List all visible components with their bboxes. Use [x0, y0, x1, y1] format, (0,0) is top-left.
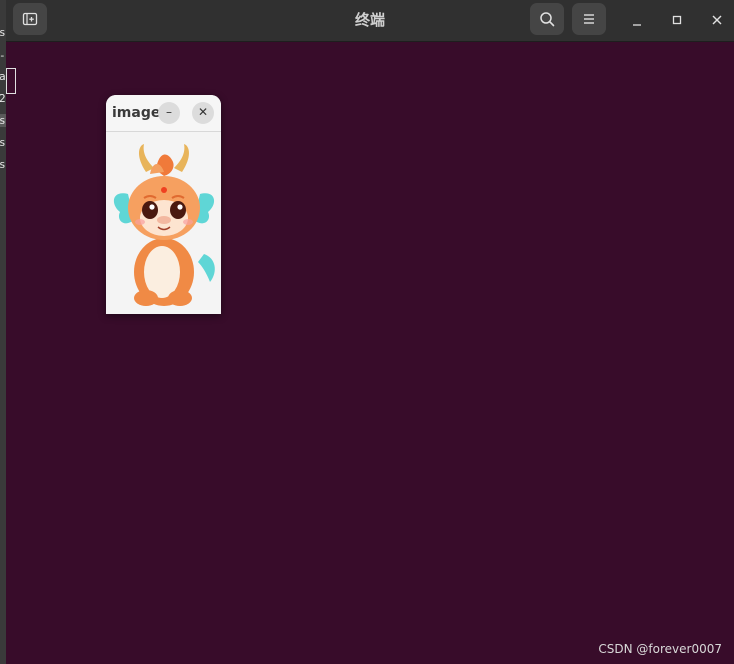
window-minimize-button[interactable]	[625, 8, 649, 32]
menu-button[interactable]	[572, 3, 606, 35]
image-window[interactable]: image – ✕	[106, 95, 221, 314]
image-window-minimize-button[interactable]: –	[158, 102, 180, 124]
image-window-close-button[interactable]: ✕	[192, 102, 214, 124]
close-icon	[712, 15, 722, 25]
search-button[interactable]	[530, 3, 564, 35]
csdn-watermark: CSDN @forever0007	[598, 642, 722, 656]
window-maximize-button[interactable]	[665, 8, 689, 32]
hamburger-menu-icon	[584, 14, 594, 24]
terminal-cursor	[6, 68, 16, 94]
baby-dragon-illustration	[113, 144, 215, 306]
terminal-headerbar[interactable]: 终端	[6, 0, 734, 42]
minimize-icon	[633, 24, 641, 26]
desktop-screen: s - a 2 s s s 终端	[0, 0, 734, 664]
search-icon	[540, 12, 555, 27]
image-window-titlebar[interactable]: image – ✕	[106, 95, 221, 132]
image-window-title: image	[112, 105, 161, 121]
maximize-icon	[672, 15, 682, 25]
image-display	[106, 132, 221, 314]
window-close-button[interactable]	[705, 8, 729, 32]
